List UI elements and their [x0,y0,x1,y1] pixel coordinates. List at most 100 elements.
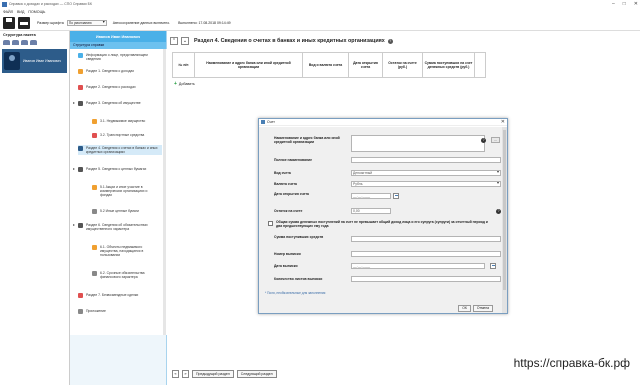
add-child-icon[interactable] [21,40,28,45]
bonds-icon [92,209,97,214]
minimize-button[interactable]: – [612,1,615,7]
expand-icon[interactable]: ▸ [73,167,76,171]
nav-item-section-4[interactable]: Раздел 4. Сведения о счетах в банках и и… [78,145,162,155]
close-icon[interactable]: ✕ [501,119,505,126]
nav-item-info[interactable]: Информация о лице, представляющем сведен… [78,53,160,61]
column-header: Вид и валюта счета [303,53,349,77]
chevron-down-icon[interactable]: ⌄ [181,37,189,45]
scroll-thumb[interactable] [503,130,506,290]
help-icon[interactable]: ? [496,209,501,214]
nav-person-header: Иванов Иван Иванович [70,31,166,42]
open-date-field[interactable]: __.__.____ [351,193,391,199]
save-icon[interactable] [3,16,15,29]
nav-item-section-6[interactable]: ▸ Раздел 6. Сведения об обязательствах им… [73,223,160,232]
nav-item-section-5[interactable]: ▸ Раздел 5. Сведения о ценных бумагах [73,167,160,172]
person-info-icon [78,53,83,58]
nav-item-5-1[interactable]: 5.1 Акции и иное участие в коммерческих … [92,185,160,197]
open-date-label: Дата открытия счета [274,192,309,196]
add-account-button[interactable]: + Добавить [174,81,195,87]
statement-date-field[interactable]: __.__.____ [351,263,485,269]
house-icon [92,119,97,124]
nav-item-5-2[interactable]: 5.2 Иные ценные бумаги [92,209,160,214]
site-watermark: https://справка-бк.рф [513,356,630,370]
help-icon[interactable]: ? [387,38,393,44]
account-type-select[interactable]: Депозитный [351,170,501,176]
add-spouse-icon[interactable] [12,40,19,45]
title-bar: Справка о доходах и расходах — СПО Справ… [0,0,640,8]
column-header: Остаток на счете (руб.) [383,53,423,77]
nav-item-6-1[interactable]: 6.1. Объекты недвижимого имущества, нахо… [92,245,160,257]
statement-number-field[interactable] [351,251,501,257]
attachment-icon [78,309,83,314]
nav-item-section-7[interactable]: Раздел 7. Безвозмездные сделки [78,293,160,298]
package-structure-panel: Структура пакета Иванов Иван Иванович [0,31,70,385]
accounts-table-header: № п/п Наименование и адрес банка или ино… [172,52,486,78]
calendar-icon[interactable] [490,263,496,269]
nav-item-appendix[interactable]: Приложение [78,309,160,314]
balance-field[interactable]: 0,00 [351,208,391,214]
statement-date-label: Дата выписки [274,264,298,268]
shares-icon [92,185,97,190]
full-name-field[interactable] [351,157,501,163]
font-size-select[interactable]: По умолчанию [66,19,107,26]
help-icon[interactable]: ? [481,138,486,143]
nav-item-section-2[interactable]: Раздел 2. Сведения о расходах [78,85,160,90]
column-header: Наименование и адрес банка или иной кред… [195,53,303,77]
dialog-title: Счет ✕ [259,119,507,126]
menu-file[interactable]: ФАЙЛ [3,10,13,14]
close-window-button[interactable]: ✕ [634,1,638,7]
prev-section-button[interactable]: Предыдущий раздел [192,370,234,378]
calendar-icon[interactable] [393,193,399,199]
expand-icon[interactable]: ▸ [73,101,76,105]
received-label: Сумма поступивших средств [274,235,324,239]
currency-select[interactable]: Рубль [351,181,501,187]
nav-item-section-3[interactable]: ▸ Раздел 3. Сведения об имуществе [73,101,160,106]
family-icons [0,39,69,46]
cancel-button[interactable]: Отмена [473,305,493,312]
window-title: Справка о доходах и расходах — СПО Справ… [9,2,92,6]
nav-item-6-2[interactable]: 6.2. Срочные обязательства финансового х… [92,271,160,279]
bank-name-label: Наименование и адрес банка или иной кред… [274,136,340,144]
column-header: Сумма поступивших на счет денежных средс… [423,53,475,77]
bank-name-field[interactable] [351,135,485,152]
autosave-status: Автосохранение данных включено. [112,20,171,25]
menu-view[interactable]: ВИД [17,10,24,14]
real-estate-icon [92,245,97,250]
ok-button[interactable]: ОК [458,305,471,312]
remove-person-icon[interactable] [30,40,37,45]
nav-item-section-1[interactable]: Раздел 1. Сведения о доходах [78,69,160,74]
income-icon [78,69,83,74]
dialog-title-text: Счет [267,120,275,124]
choose-bank-button[interactable]: … [491,137,500,143]
nav-item-3-1[interactable]: 3.1. Недвижимое имущество [92,119,160,124]
expenses-icon [78,85,83,90]
maximize-button[interactable]: □ [623,1,626,7]
nav-scrollbar[interactable] [163,49,166,335]
first-section-icon[interactable]: « [172,370,179,378]
dialog-scrollbar[interactable] [502,127,507,313]
sheets-label: Количество листов выписки [274,277,323,281]
column-header: Дата открытия счета [349,53,383,77]
add-person-icon[interactable] [3,40,10,45]
add-label: Добавить [178,82,195,86]
next-section-button[interactable]: Следующий раздел [236,370,277,378]
page-title: Раздел 4. Сведения о счетах в банках и и… [194,38,385,44]
print-icon[interactable] [18,16,30,29]
person-card[interactable]: Иванов Иван Иванович [2,49,67,73]
sheets-field[interactable] [351,276,501,282]
menu-help[interactable]: ПОМОЩЬ [28,10,45,14]
chevron-up-icon[interactable]: ⌃ [170,37,178,45]
report-structure-panel: Иванов Иван Иванович Структура справки И… [70,31,167,385]
total-income-checkbox[interactable] [268,221,273,226]
nav-item-3-2[interactable]: 3.2. Транспортные средства [92,133,160,138]
expand-icon[interactable]: ▸ [73,223,76,227]
nav-subheader: Структура справки [70,42,166,49]
account-type-label: Вид счета [274,171,291,175]
completed-timestamp: Выполнено: 17.08.2018 09:14:49 [178,20,231,25]
statement-number-label: Номер выписки [274,252,301,256]
received-field[interactable] [351,236,501,242]
full-name-label: Полное наименование [274,158,312,162]
gift-icon [78,293,83,298]
last-section-icon[interactable]: » [182,370,189,378]
package-structure-title: Структура пакета [3,33,36,37]
